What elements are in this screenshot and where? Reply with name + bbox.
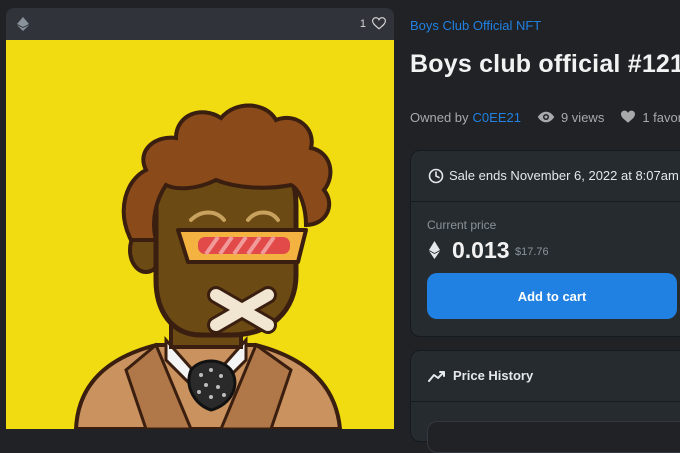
nft-card: 1 <box>6 8 394 429</box>
trending-up-icon <box>428 371 445 382</box>
price-history-title: Price History <box>453 368 534 383</box>
item-meta: Owned by C0EE21 9 views 1 favorite <box>410 108 680 126</box>
boys-club-character-illustration <box>6 40 394 429</box>
current-price-label: Current price <box>427 218 497 232</box>
price-usd: $17.76 <box>515 246 549 258</box>
clock-icon <box>428 168 444 184</box>
eye-icon <box>537 111 555 123</box>
card-header: 1 <box>6 8 394 40</box>
heart-outline-icon[interactable] <box>372 17 386 30</box>
collection-link[interactable]: Boys Club Official NFT <box>410 18 541 33</box>
sale-ends-bar: Sale ends November 6, 2022 at 8:07am <box>411 151 680 202</box>
price-history-range-select[interactable] <box>427 421 680 453</box>
ethereum-icon <box>429 241 440 259</box>
owner-link[interactable]: C0EE21 <box>473 110 521 125</box>
price-eth: 0.013 <box>452 237 510 263</box>
sale-ends-text: Sale ends November 6, 2022 at 8:07am <box>449 168 679 183</box>
item-title: Boys club official #121 <box>410 50 680 78</box>
owned-by-label: Owned by <box>410 109 469 125</box>
add-to-cart-button[interactable]: Add to cart <box>427 273 677 319</box>
views-count: 9 views <box>560 109 605 125</box>
price-history-header[interactable]: Price History <box>411 351 680 402</box>
ethereum-icon <box>17 17 29 31</box>
favorite-count: 1 <box>359 18 366 30</box>
heart-icon[interactable] <box>620 110 636 124</box>
nft-image[interactable] <box>6 40 394 429</box>
sale-panel: Sale ends November 6, 2022 at 8:07am Cur… <box>410 150 680 337</box>
favorites-count: 1 favorite <box>642 109 680 125</box>
price-history-panel: Price History <box>410 350 680 453</box>
